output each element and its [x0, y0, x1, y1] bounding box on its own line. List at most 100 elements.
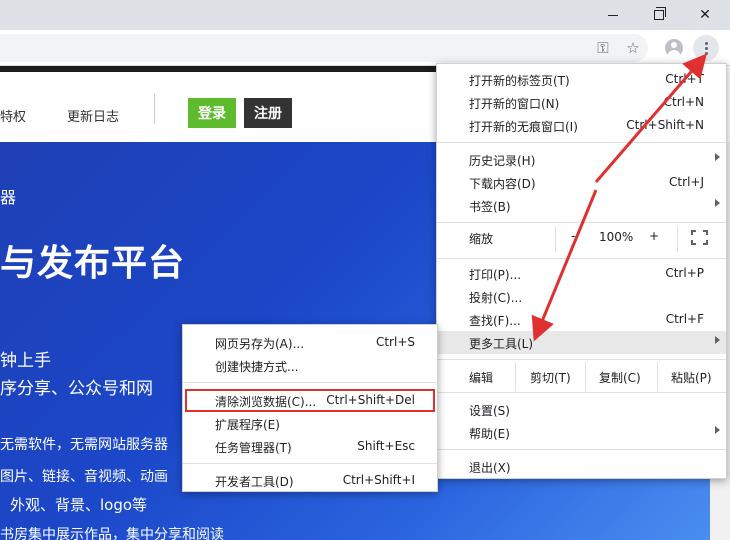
menu-item-shortcut: Ctrl+N	[663, 95, 704, 109]
menu-item-label: 打开新的无痕窗口(I)	[469, 120, 578, 134]
submenu-item-save-page[interactable]: 网页另存为(A)... Ctrl+S	[183, 331, 437, 354]
nav-link-changelog[interactable]: 更新日志	[67, 106, 119, 125]
menu-button[interactable]	[693, 35, 719, 61]
menu-item-label: 更多工具(L)	[469, 337, 534, 351]
submenu-item-task-manager[interactable]: 任务管理器(T) Shift+Esc	[183, 435, 437, 458]
menu-item-find[interactable]: 查找(F)... Ctrl+F	[437, 308, 726, 331]
menu-item-edit: 编辑 剪切(T) 复制(C) 粘贴(P)	[437, 362, 726, 391]
submenu-item-label: 创建快捷方式...	[215, 360, 299, 374]
nav-divider	[154, 94, 155, 124]
menu-item-help[interactable]: 帮助(E)	[437, 421, 726, 444]
register-button[interactable]: 注册	[244, 98, 292, 128]
address-bar[interactable]	[0, 34, 648, 62]
more-tools-submenu: 网页另存为(A)... Ctrl+S 创建快捷方式... 清除浏览数据(C)...…	[182, 324, 438, 492]
hero-line: 无需软件，无需网站服务器	[0, 437, 168, 453]
nav-link-privilege[interactable]: 特权	[0, 106, 26, 125]
menu-item-zoom: 缩放 - 100% +	[437, 226, 726, 252]
edit-divider	[657, 362, 658, 391]
zoom-divider	[555, 226, 556, 252]
edit-label: 编辑	[469, 371, 494, 385]
menu-item-label: 历史记录(H)	[469, 154, 536, 168]
menu-item-label: 查找(F)...	[469, 314, 521, 328]
menu-item-new-tab[interactable]: 打开新的标签页(T) Ctrl+T	[437, 68, 726, 91]
menu-item-print[interactable]: 打印(P)... Ctrl+P	[437, 262, 726, 285]
hero-title: 与发布平台	[0, 243, 186, 284]
menu-item-bookmarks[interactable]: 书签(B)	[437, 194, 726, 217]
zoom-out-button[interactable]: -	[571, 229, 575, 243]
menu-item-history[interactable]: 历史记录(H)	[437, 148, 726, 171]
zoom-label: 缩放	[469, 232, 494, 246]
minimize-button[interactable]	[590, 0, 636, 30]
copy-button[interactable]: 复制(C)	[599, 369, 641, 386]
maximize-button[interactable]	[636, 0, 682, 30]
hero-line: 书房集中展示作品，集中分享和阅读	[0, 527, 224, 540]
menu-item-shortcut: Ctrl+Shift+N	[626, 118, 704, 132]
submenu-item-devtools[interactable]: 开发者工具(D) Ctrl+Shift+I	[183, 469, 437, 492]
edit-divider	[515, 362, 516, 391]
browser-toolbar: ⚿ ☆	[0, 30, 730, 66]
menu-item-label: 打开新的标签页(T)	[469, 74, 570, 88]
fullscreen-icon[interactable]	[691, 230, 708, 245]
minimize-icon	[608, 14, 618, 16]
menu-item-cast[interactable]: 投射(C)...	[437, 285, 726, 308]
submenu-item-shortcut: Ctrl+Shift+I	[342, 473, 415, 487]
hero-line: 图片、链接、音视频、动画	[0, 469, 168, 485]
close-icon: ✕	[699, 7, 711, 23]
cut-button[interactable]: 剪切(T)	[530, 369, 571, 386]
submenu-item-label: 扩展程序(E)	[215, 418, 280, 432]
menu-divider	[437, 449, 726, 450]
edit-divider	[585, 362, 586, 391]
profile-button[interactable]	[663, 37, 685, 59]
menu-item-label: 书签(B)	[469, 200, 511, 214]
login-button[interactable]: 登录	[188, 98, 236, 128]
submenu-divider	[183, 463, 437, 464]
submenu-item-label: 网页另存为(A)...	[215, 337, 305, 351]
menu-item-new-window[interactable]: 打开新的窗口(N) Ctrl+N	[437, 91, 726, 114]
submenu-item-extensions[interactable]: 扩展程序(E)	[183, 412, 437, 435]
menu-item-more-tools[interactable]: 更多工具(L)	[437, 331, 726, 354]
submenu-divider	[183, 382, 437, 383]
menu-item-settings[interactable]: 设置(S)	[437, 398, 726, 421]
highlight-box	[185, 389, 435, 412]
paste-button[interactable]: 粘贴(P)	[671, 369, 712, 386]
hero-line: 序分享、公众号和网	[0, 379, 153, 399]
submenu-item-create-shortcut[interactable]: 创建快捷方式...	[183, 354, 437, 377]
menu-divider	[437, 222, 726, 223]
browser-menu: 打开新的标签页(T) Ctrl+T 打开新的窗口(N) Ctrl+N 打开新的无痕窗…	[436, 63, 727, 479]
hero-small-text: 器	[0, 188, 17, 207]
dot	[704, 46, 708, 50]
dot	[704, 41, 708, 45]
title-bar: ✕	[0, 0, 730, 30]
maximize-icon	[654, 7, 666, 20]
menu-item-label: 下载内容(D)	[469, 177, 536, 191]
zoom-in-button[interactable]: +	[649, 229, 659, 243]
menu-item-shortcut: Ctrl+J	[669, 175, 704, 189]
close-button[interactable]: ✕	[682, 0, 728, 30]
menu-divider	[437, 142, 726, 143]
zoom-divider	[677, 226, 678, 252]
dot	[704, 51, 708, 55]
star-icon[interactable]: ☆	[622, 37, 644, 59]
menu-item-shortcut: Ctrl+T	[665, 72, 704, 86]
menu-item-shortcut: Ctrl+P	[665, 266, 704, 280]
menu-item-exit[interactable]: 退出(X)	[437, 455, 726, 478]
hero-line: 钟上手	[0, 351, 51, 371]
menu-item-shortcut: Ctrl+F	[665, 312, 704, 326]
submenu-item-label: 任务管理器(T)	[215, 441, 292, 455]
chevron-right-icon	[715, 199, 720, 207]
menu-item-downloads[interactable]: 下载内容(D) Ctrl+J	[437, 171, 726, 194]
submenu-item-shortcut: Shift+Esc	[357, 439, 415, 453]
menu-divider	[437, 258, 726, 259]
key-icon[interactable]: ⚿	[592, 37, 614, 59]
menu-item-label: 打印(P)...	[469, 268, 522, 282]
hero-line: 外观、背景、logo等	[10, 496, 148, 514]
menu-item-label: 退出(X)	[469, 461, 511, 475]
chevron-right-icon	[715, 153, 720, 161]
avatar-icon	[665, 39, 683, 57]
chevron-right-icon	[715, 336, 720, 344]
menu-divider	[437, 392, 726, 393]
menu-item-incognito[interactable]: 打开新的无痕窗口(I) Ctrl+Shift+N	[437, 114, 726, 137]
menu-item-label: 帮助(E)	[469, 427, 510, 441]
menu-item-label: 投射(C)...	[469, 291, 523, 305]
chevron-right-icon	[715, 426, 720, 434]
